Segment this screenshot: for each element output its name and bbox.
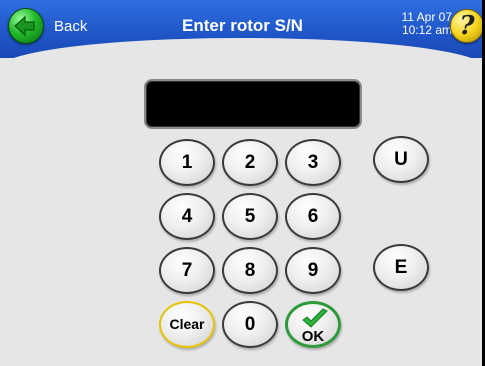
datetime: 11 Apr 07 10:12 am bbox=[390, 11, 452, 37]
ok-label: OK bbox=[301, 328, 325, 345]
key-3[interactable]: 3 bbox=[285, 139, 341, 186]
key-5[interactable]: 5 bbox=[222, 193, 278, 240]
key-7[interactable]: 7 bbox=[159, 247, 215, 294]
time-text: 10:12 am bbox=[401, 23, 452, 37]
clear-button[interactable]: Clear bbox=[159, 301, 215, 348]
key-u[interactable]: U bbox=[373, 136, 429, 183]
key-6[interactable]: 6 bbox=[285, 193, 341, 240]
ok-button[interactable]: OK bbox=[285, 301, 341, 348]
key-1[interactable]: 1 bbox=[159, 139, 215, 186]
screen: Back Enter rotor S/N 11 Apr 07 10:12 am … bbox=[0, 0, 485, 366]
key-0[interactable]: 0 bbox=[222, 301, 278, 348]
checkmark-icon bbox=[302, 308, 328, 328]
serial-number-display bbox=[144, 79, 362, 129]
help-icon[interactable]: ? bbox=[450, 9, 484, 43]
key-e[interactable]: E bbox=[373, 244, 429, 291]
key-4[interactable]: 4 bbox=[159, 193, 215, 240]
key-2[interactable]: 2 bbox=[222, 139, 278, 186]
key-9[interactable]: 9 bbox=[285, 247, 341, 294]
help-glyph: ? bbox=[459, 11, 475, 41]
key-8[interactable]: 8 bbox=[222, 247, 278, 294]
